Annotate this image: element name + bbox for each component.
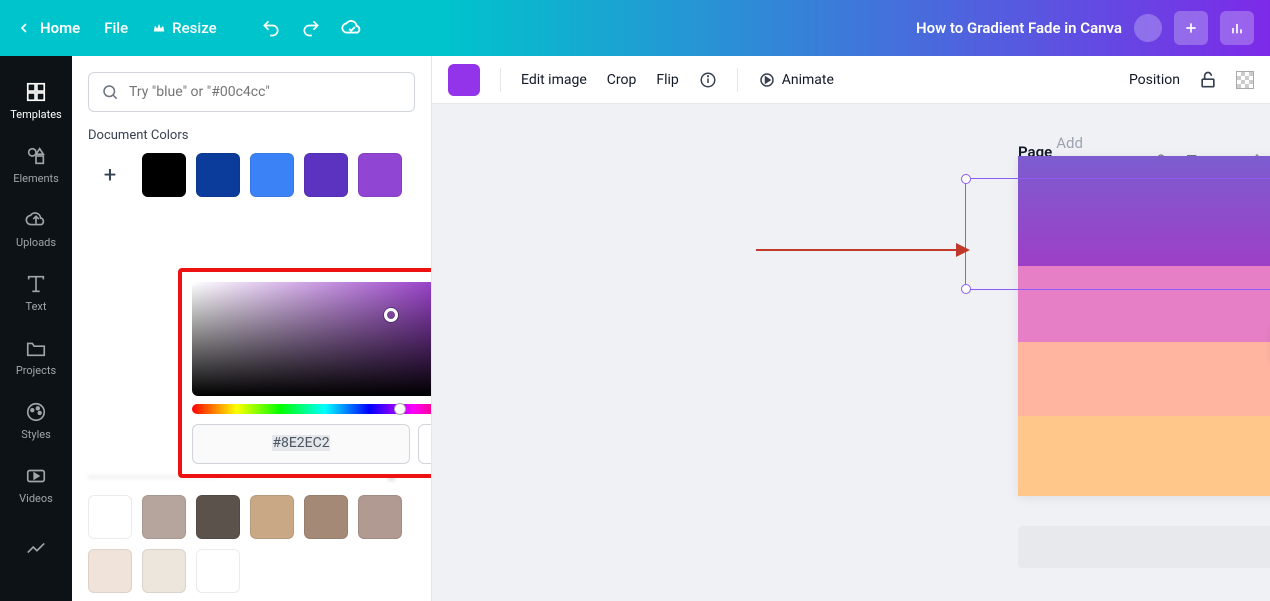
resize-handle-tl[interactable] bbox=[961, 174, 971, 184]
saturation-value-area[interactable] bbox=[192, 282, 432, 396]
resize-label: Resize bbox=[172, 19, 216, 37]
rail-label: Elements bbox=[13, 172, 59, 185]
hex-input[interactable]: #8E2EC2 bbox=[192, 424, 410, 464]
sv-handle[interactable] bbox=[384, 308, 398, 322]
rail-styles[interactable]: Styles bbox=[0, 388, 72, 452]
rail-label: Projects bbox=[16, 364, 56, 377]
position-button[interactable]: Position bbox=[1129, 72, 1180, 88]
rail-projects[interactable]: Projects bbox=[0, 324, 72, 388]
crown-icon bbox=[152, 21, 166, 35]
avatar[interactable] bbox=[1134, 14, 1162, 42]
palette-swatch[interactable] bbox=[304, 495, 348, 539]
color-panel: Document Colors + ────────────── ♕ bbox=[72, 56, 432, 601]
palette-swatch[interactable] bbox=[196, 495, 240, 539]
search-input[interactable] bbox=[129, 84, 402, 100]
color-swatch[interactable] bbox=[358, 153, 402, 197]
canvas-area[interactable]: Page 2 - Add page title bbox=[432, 104, 1270, 601]
rail-label: Templates bbox=[10, 108, 61, 121]
cloud-save-icon[interactable] bbox=[341, 17, 363, 39]
palette-swatch[interactable] bbox=[88, 549, 132, 593]
search-icon bbox=[101, 83, 119, 101]
crop-button[interactable]: Crop bbox=[607, 72, 637, 88]
edit-image-button[interactable]: Edit image bbox=[521, 72, 587, 88]
animate-icon bbox=[758, 71, 776, 89]
top-toolbar: Home File Resize How to Gradient Fade in… bbox=[0, 0, 1270, 56]
document-title[interactable]: How to Gradient Fade in Canva bbox=[916, 19, 1122, 37]
rail-label: Uploads bbox=[16, 236, 56, 249]
palette-row-2 bbox=[88, 549, 415, 593]
analytics-button[interactable] bbox=[1220, 11, 1254, 45]
color-search[interactable] bbox=[88, 72, 415, 112]
share-button[interactable] bbox=[1174, 11, 1208, 45]
hue-slider[interactable] bbox=[192, 404, 432, 414]
lock-group-icon[interactable] bbox=[1198, 70, 1218, 90]
rail-uploads[interactable]: Uploads bbox=[0, 196, 72, 260]
redo-icon[interactable] bbox=[301, 18, 321, 38]
color-swatch[interactable] bbox=[196, 153, 240, 197]
palette-swatch[interactable] bbox=[88, 495, 132, 539]
rail-text[interactable]: Text bbox=[0, 260, 72, 324]
chevron-left-icon bbox=[16, 20, 32, 36]
history-group bbox=[261, 17, 363, 39]
rail-templates[interactable]: Templates bbox=[0, 68, 72, 132]
file-menu[interactable]: File bbox=[104, 19, 128, 37]
hue-handle[interactable] bbox=[394, 403, 406, 415]
document-colors-label: Document Colors bbox=[88, 128, 415, 143]
topbar-left: Home File Resize bbox=[16, 17, 363, 39]
fill-color-button[interactable] bbox=[448, 64, 480, 96]
rail-label: Text bbox=[26, 300, 47, 313]
document-colors-row: + bbox=[88, 153, 415, 197]
home-label: Home bbox=[40, 19, 80, 37]
color-picker: #8E2EC2 bbox=[178, 268, 432, 478]
side-rail: Templates Elements Uploads Text Projects… bbox=[0, 56, 72, 601]
hex-row: #8E2EC2 bbox=[192, 424, 432, 464]
selection-box[interactable] bbox=[965, 178, 1270, 290]
palette-swatch[interactable] bbox=[196, 549, 240, 593]
rail-elements[interactable]: Elements bbox=[0, 132, 72, 196]
eyedropper-button[interactable] bbox=[418, 424, 432, 464]
home-link[interactable]: Home bbox=[16, 19, 80, 37]
color-swatch[interactable] bbox=[304, 153, 348, 197]
animate-button[interactable]: Animate bbox=[758, 71, 834, 89]
add-page-button[interactable]: + Add page bbox=[1018, 526, 1270, 568]
color-swatch[interactable] bbox=[142, 153, 186, 197]
gradient-stripe-3[interactable] bbox=[1018, 342, 1270, 416]
palette-row-1 bbox=[88, 495, 415, 539]
resize-menu[interactable]: Resize bbox=[152, 19, 216, 37]
rail-label: Styles bbox=[21, 428, 51, 441]
palette-swatch[interactable] bbox=[142, 495, 186, 539]
rail-videos[interactable]: Videos bbox=[0, 452, 72, 516]
rail-more[interactable] bbox=[0, 516, 72, 580]
undo-icon[interactable] bbox=[261, 18, 281, 38]
info-icon[interactable] bbox=[699, 71, 717, 89]
palette-swatch[interactable] bbox=[142, 549, 186, 593]
palette-swatch[interactable] bbox=[250, 495, 294, 539]
resize-handle-bl[interactable] bbox=[961, 284, 971, 294]
flip-button[interactable]: Flip bbox=[656, 72, 678, 88]
rail-label: Videos bbox=[19, 492, 53, 505]
palette-swatch[interactable] bbox=[358, 495, 402, 539]
add-color-button[interactable]: + bbox=[88, 153, 132, 197]
color-swatch[interactable] bbox=[250, 153, 294, 197]
annotation-arrow-head bbox=[956, 243, 970, 257]
transparency-button[interactable] bbox=[1236, 71, 1254, 89]
canvas-column: Edit image Crop Flip Animate Position Pa… bbox=[432, 56, 1270, 601]
element-toolbar: Edit image Crop Flip Animate Position bbox=[432, 56, 1270, 104]
topbar-right: How to Gradient Fade in Canva bbox=[916, 11, 1254, 45]
main-layout: Templates Elements Uploads Text Projects… bbox=[0, 56, 1270, 601]
gradient-stripe-4[interactable] bbox=[1018, 416, 1270, 496]
annotation-arrow bbox=[756, 249, 966, 251]
